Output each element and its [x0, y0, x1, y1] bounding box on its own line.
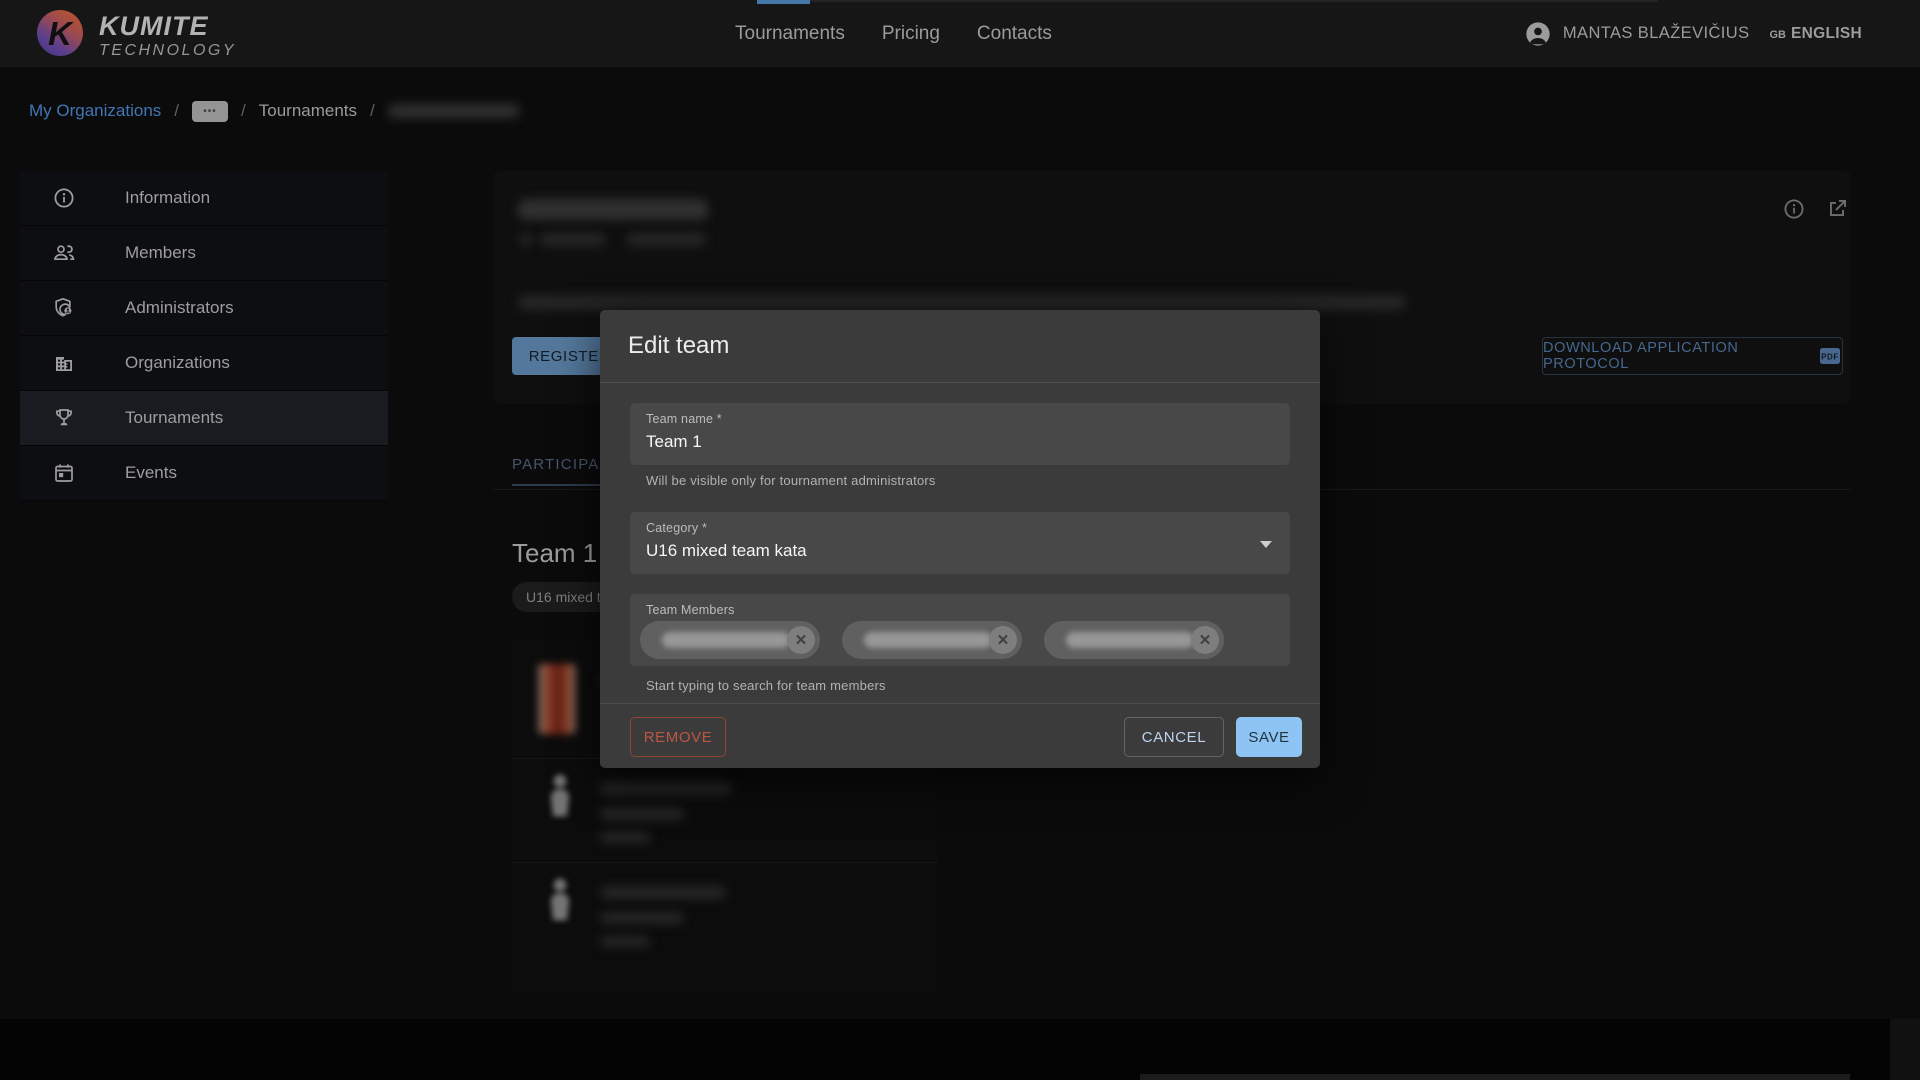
sidebar-item-information[interactable]: Information: [20, 171, 388, 226]
building-icon: [52, 351, 76, 375]
language-selector[interactable]: GB ENGLISH: [1770, 25, 1863, 43]
chip-name-redacted: [864, 632, 992, 648]
save-button[interactable]: SAVE: [1236, 717, 1302, 757]
download-protocol-button[interactable]: DOWNLOAD APPLICATION PROTOCOL PDF: [1542, 337, 1843, 375]
modal-footer-divider: [600, 703, 1320, 704]
svg-text:PDF: PDF: [1821, 353, 1839, 362]
admin-shield-icon: [52, 296, 76, 320]
member-gender-redacted: [600, 936, 650, 947]
chip-remove-icon[interactable]: ✕: [1191, 626, 1219, 654]
brand-text[interactable]: KUMITE TECHNOLOGY: [99, 13, 236, 59]
team-name-value: Team 1: [646, 432, 702, 452]
location-redacted: [540, 233, 606, 246]
date-redacted: [626, 233, 706, 246]
brand-logo-icon[interactable]: K: [37, 10, 83, 56]
team-name-label: Team name *: [646, 412, 722, 426]
people-icon: [52, 241, 76, 265]
team-card-title: Team 1: [512, 538, 597, 569]
chip-remove-icon[interactable]: ✕: [787, 626, 815, 654]
breadcrumb: My Organizations / ••• / Tournaments /: [29, 98, 520, 124]
breadcrumb-separator: /: [174, 101, 179, 121]
chip-remove-icon[interactable]: ✕: [989, 626, 1017, 654]
page-footer: [0, 1019, 1890, 1080]
sidebar-item-label: Tournaments: [125, 408, 223, 428]
header-actions: [1782, 197, 1849, 221]
member-dob-redacted: [600, 808, 684, 820]
brand-name: KUMITE: [99, 13, 236, 40]
language-label: ENGLISH: [1791, 25, 1862, 43]
sidebar-item-organizations[interactable]: Organizations: [20, 336, 388, 391]
edit-team-modal: Edit team Team name * Team 1 Will be vis…: [600, 310, 1320, 768]
nav-item-tournaments[interactable]: Tournaments: [735, 23, 845, 45]
breadcrumb-ellipsis-button[interactable]: •••: [192, 101, 228, 122]
chip-name-redacted: [662, 632, 790, 648]
pdf-icon: PDF: [1818, 346, 1842, 366]
registrations-line-redacted: [518, 295, 1406, 310]
member-name-redacted: [600, 886, 726, 899]
team-member-chip[interactable]: ✕: [842, 621, 1022, 659]
breadcrumb-separator: /: [370, 101, 375, 121]
top-nav: K KUMITE TECHNOLOGY Tournaments Pricing …: [0, 0, 1920, 67]
tournament-title-redacted: [518, 199, 708, 220]
chevron-down-icon[interactable]: [1260, 541, 1272, 548]
category-select[interactable]: Category * U16 mixed team kata: [630, 512, 1290, 574]
member-list-item[interactable]: [512, 870, 938, 966]
download-protocol-label: DOWNLOAD APPLICATION PROTOCOL: [1543, 340, 1808, 372]
team-member-chip[interactable]: ✕: [1044, 621, 1224, 659]
nav-item-contacts[interactable]: Contacts: [977, 23, 1052, 45]
cancel-button[interactable]: CANCEL: [1124, 717, 1224, 757]
app-root: K KUMITE TECHNOLOGY Tournaments Pricing …: [0, 0, 1920, 1080]
sidebar-item-label: Administrators: [125, 298, 234, 318]
calendar-icon: [52, 461, 76, 485]
open-in-new-icon[interactable]: [1825, 197, 1849, 221]
team-members-label: Team Members: [646, 603, 735, 617]
sidebar: Information Members Administrators Organ…: [20, 171, 388, 501]
modal-title: Edit team: [628, 332, 729, 360]
flag-image-redacted: [538, 664, 576, 734]
member-dob-redacted: [600, 912, 684, 924]
footer-bottom-bar: [1140, 1074, 1850, 1080]
member-gender-redacted: [600, 832, 650, 843]
language-code: GB: [1770, 29, 1787, 41]
info-icon: [52, 186, 76, 210]
team-name-input[interactable]: Team name * Team 1: [630, 403, 1290, 465]
location-icon-redacted: [520, 233, 533, 246]
member-list-item[interactable]: [512, 766, 938, 862]
modal-header-divider: [600, 382, 1320, 383]
info-icon-button[interactable]: [1782, 197, 1806, 221]
sidebar-item-label: Organizations: [125, 353, 230, 373]
sidebar-item-label: Members: [125, 243, 196, 263]
team-member-chips: ✕ ✕ ✕: [640, 621, 1224, 659]
member-name-redacted: [600, 782, 732, 795]
row-divider: [512, 862, 938, 863]
sidebar-item-members[interactable]: Members: [20, 226, 388, 281]
breadcrumb-separator: /: [241, 101, 246, 121]
team-member-chip[interactable]: ✕: [640, 621, 820, 659]
user-name: MANTAS BLAŽEVIČIUS: [1563, 24, 1750, 43]
team-name-helper: Will be visible only for tournament admi…: [646, 473, 936, 488]
category-value: U16 mixed team kata: [646, 541, 807, 561]
sidebar-item-tournaments[interactable]: Tournaments: [20, 391, 388, 446]
footer-right-strip: [1890, 1019, 1920, 1080]
sidebar-item-administrators[interactable]: Administrators: [20, 281, 388, 336]
chip-name-redacted: [1066, 632, 1194, 648]
user-menu[interactable]: MANTAS BLAŽEVIČIUS GB ENGLISH: [1524, 0, 1862, 67]
sidebar-item-label: Information: [125, 188, 210, 208]
brand-subtitle: TECHNOLOGY: [99, 43, 236, 59]
team-members-helper: Start typing to search for team members: [646, 678, 886, 693]
category-label: Category *: [646, 521, 707, 535]
nav-item-pricing[interactable]: Pricing: [882, 23, 940, 45]
breadcrumb-current-redacted: [388, 104, 520, 118]
breadcrumb-tournaments[interactable]: Tournaments: [259, 101, 357, 121]
sidebar-item-label: Events: [125, 463, 177, 483]
sidebar-item-events[interactable]: Events: [20, 446, 388, 501]
account-circle-icon: [1524, 20, 1552, 48]
nav-links: Tournaments Pricing Contacts: [735, 0, 1052, 67]
breadcrumb-my-organizations[interactable]: My Organizations: [29, 101, 161, 121]
trophy-icon: [52, 406, 76, 430]
remove-button[interactable]: REMOVE: [630, 717, 726, 757]
